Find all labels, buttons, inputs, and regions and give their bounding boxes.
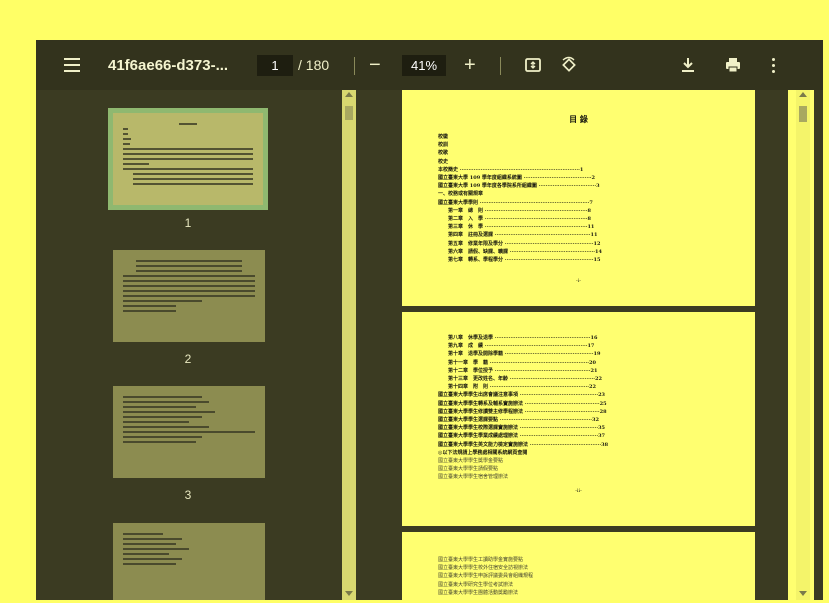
viewer-toolbar: 41f6ae66-d373-... 1 / 180 − 41% + [36,40,823,90]
toc-line: 第十四章 附 則 ·······························… [438,384,596,391]
toc-line: 國立臺東大學學生團體活動獎勵辦法 [438,589,519,596]
scroll-track[interactable] [796,90,810,600]
zoom-level-input[interactable]: 41% [402,55,446,76]
toc-list: 第八章 休學及退學 ······························… [438,334,719,482]
download-icon[interactable] [680,40,696,90]
fit-page-icon[interactable] [524,40,542,90]
menu-icon[interactable] [62,40,82,90]
toc-line: 國立臺東大學 109 學年度各學院系所組織圖 ·················… [438,183,600,190]
thumbnail-label: 2 [184,352,192,366]
thumbnail-page-3[interactable] [113,386,265,478]
document-page-3: 國立臺東大學學生工讀助學金實施要點 國立臺東大學學生校外住宿安全訪視辦法 國立臺東大… [402,532,755,600]
toc-line: 國立臺東大學學生修讀雙主修學程辦法 ······················… [438,408,607,415]
more-options-icon[interactable] [772,40,775,90]
toc-line: 第五章 修業年限及學分 ····························… [438,240,601,247]
toc-line: 第三章 休 學 ································… [438,224,595,231]
pdf-viewer-screen: 41f6ae66-d373-... 1 / 180 − 41% + 1 2 3 … [0,0,829,603]
thumbnail-page-1[interactable] [108,108,268,210]
text-list: 國立臺東大學學生工讀助學金實施要點 國立臺東大學學生校外住宿安全訪視辦法 國立臺東大… [438,556,719,597]
toc-line: 國立臺東大學學生學業成績處理辦法 ·······················… [438,433,606,440]
toc-line: 國立臺東大學學生校際選課實施辦法 ·······················… [438,425,606,432]
toc-line: 國立臺東大學學生校外住宿安全訪視辦法 [438,565,529,572]
thumbnail-page-4[interactable] [113,523,265,600]
zoom-in-button[interactable]: + [464,40,476,90]
toc-line: ◎以下法規請上學務處相關系統網頁查閱 [438,449,528,456]
toc-line: 一、校務或有關規章 [438,191,484,198]
sidebar-scroll-thumb[interactable] [345,106,353,120]
toc-line: 第六章 請假、缺課、曠課 ···························… [438,248,602,255]
toc-line: 第十一章 學 籍 ·······························… [438,359,596,366]
toc-line: 國立臺東大學 109 學年度組織系統圖 ····················… [438,175,596,182]
toc-line: 國立臺東大學學生轉系及輔系實施辦法 ······················… [438,400,607,407]
toc-line: 國立臺東大學學則 ·······························… [438,199,593,206]
document-scroll-thumb[interactable] [799,106,807,122]
document-view: 目 錄 校徽校訓 校歌 校史 本校簡史 ·······················… [356,90,788,600]
thumbnail-label: 3 [184,488,192,502]
toc-line: 第十二章 學位授予 ······························… [438,367,598,374]
toc-line: 校歌 [438,150,449,157]
toc-line: 國立臺東大學學生申訴評議委員會組織規程 [438,573,534,580]
toc-line: 第八章 休學及退學 ······························… [438,335,598,341]
toc-line: 國立臺東大學研究生學位考試辦法 [438,581,514,588]
sidebar-scrollbar[interactable] [342,90,356,600]
browser-top-strip [0,0,829,38]
thumbnail-sidebar: 1 2 3 [36,90,336,600]
toc-line: 第四章 註冊及選課 ······························… [438,232,598,239]
page-number: -ii- [575,487,582,494]
toc-line: 國立臺東大學學生英文能力檢定實施辦法 ·····················… [438,441,609,448]
page-number-input[interactable]: 1 [257,55,293,76]
toc-line: 第二章 入 學 ································… [438,216,591,223]
thumbnail-page-2[interactable] [113,250,265,342]
scroll-down-icon[interactable] [799,591,807,596]
toc-line: 第十三章 更改姓名、年齡 ···························… [438,376,602,383]
toc-line: 校史 [438,158,449,165]
pdf-viewer: 41f6ae66-d373-... 1 / 180 − 41% + 1 2 3 … [36,40,823,600]
thumbnail-label: 1 [184,216,192,230]
rotate-icon[interactable] [560,40,578,90]
toc-line: 國立臺東大學學生宿舍管理辦法 [438,474,509,481]
toc-line: 國立臺東大學學生出席會議注意事項 ·······················… [438,392,606,399]
toc-line: 國立臺東大學學生選課要點 ···························… [438,417,599,424]
document-scrollbar[interactable] [788,90,814,600]
toolbar-divider [500,57,501,75]
toc-line: 國立臺東大學學生工讀助學金實施要點 [438,557,524,563]
toc-line: 第一章 總 則 ································… [438,207,591,214]
toc-line: 國立臺東大學學生請假要點 [438,466,499,473]
scroll-down-icon[interactable] [345,591,353,596]
zoom-out-button[interactable]: − [369,40,381,90]
toolbar-divider [354,57,355,75]
document-page-2: 第八章 休學及退學 ······························… [402,312,755,526]
toc-line: 本校簡史 ···································… [438,166,584,173]
document-title: 41f6ae66-d373-... [108,56,229,74]
toc-line: 國立臺東大學學生獎學金要點 [438,458,504,465]
toc-title: 目 錄 [569,114,588,124]
page-total: / 180 [298,57,330,73]
toc-line: 第十章 退學及開除學籍 ····························… [438,351,601,358]
print-icon[interactable] [724,40,742,90]
toc-line: 校徽 [438,134,449,140]
toc-line: 校訓 [438,142,449,149]
toc-list: 校徽校訓 校歌 校史 本校簡史 ···························… [438,133,719,264]
scroll-up-icon[interactable] [345,92,353,97]
page-number: -i- [576,278,581,285]
toc-line: 第九章 成 績 ································… [438,343,595,350]
toc-line: 第七章 轉系、學程學分 ····························… [438,257,601,264]
document-page-1: 目 錄 校徽校訓 校歌 校史 本校簡史 ·······················… [402,90,755,306]
scroll-up-icon[interactable] [799,92,807,97]
